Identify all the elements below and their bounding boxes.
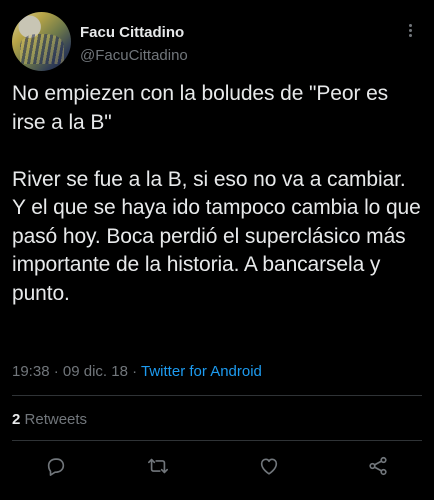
retweets-stat[interactable]: 2 Retweets xyxy=(12,411,87,428)
action-bar xyxy=(0,455,434,481)
like-icon[interactable] xyxy=(258,455,284,481)
tweet-header: Facu Cittadino @FacuCittadino xyxy=(12,12,422,72)
meta-separator: · xyxy=(53,363,59,380)
retweets-label: Retweets xyxy=(24,411,88,428)
divider xyxy=(12,440,422,441)
retweets-count: 2 xyxy=(12,411,21,428)
display-name[interactable]: Facu Cittadino xyxy=(80,24,184,41)
more-icon[interactable] xyxy=(400,22,420,42)
tweet-source-link[interactable]: Twitter for Android xyxy=(141,363,262,380)
meta-separator: · xyxy=(132,363,138,380)
tweet-date[interactable]: 09 dic. 18 xyxy=(63,363,128,380)
user-handle[interactable]: @FacuCittadino xyxy=(80,47,188,64)
tweet-text: No empiezen con la boludes de "Peor es i… xyxy=(12,82,421,305)
retweet-icon[interactable] xyxy=(147,455,173,481)
avatar[interactable] xyxy=(12,12,71,71)
reply-icon[interactable] xyxy=(45,455,71,481)
share-icon[interactable] xyxy=(367,455,393,481)
divider xyxy=(12,395,422,396)
tweet-meta: 19:38 · 09 dic. 18 · Twitter for Android xyxy=(12,363,262,380)
tweet-time[interactable]: 19:38 xyxy=(12,363,50,380)
